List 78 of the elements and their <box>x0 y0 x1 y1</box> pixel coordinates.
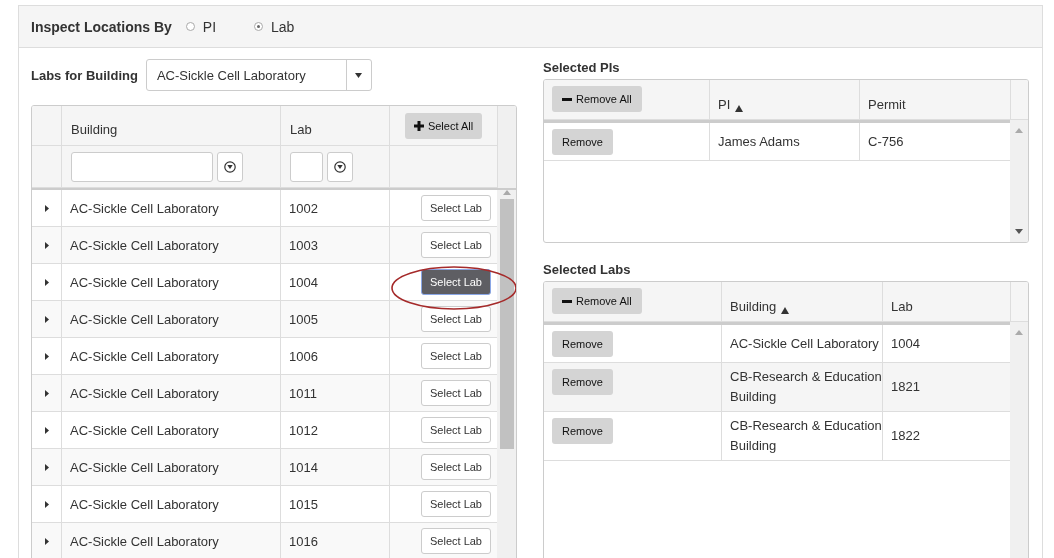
sort-ascending-icon <box>781 307 790 314</box>
expand-arrow-icon[interactable] <box>44 278 49 286</box>
remove-button[interactable]: Remove <box>552 418 613 444</box>
expand-arrow-icon[interactable] <box>44 500 49 508</box>
filter-button[interactable] <box>217 151 243 182</box>
expand-arrow-icon[interactable] <box>44 389 49 397</box>
minus-icon <box>562 97 572 101</box>
table-cell: 1005 <box>281 301 390 338</box>
expand-arrow-icon[interactable] <box>44 537 49 545</box>
table-cell: AC-Sickle Cell Laboratory <box>62 227 281 264</box>
table-cell: AC-Sickle Cell Laboratory <box>62 449 281 486</box>
select-lab-button[interactable]: Select Lab <box>421 269 491 295</box>
building-dropdown[interactable]: AC-Sickle Cell Laboratory <box>145 59 372 91</box>
section-title: Selected PIs <box>543 60 621 75</box>
expand-arrow-icon[interactable] <box>44 204 49 212</box>
select-lab-button[interactable]: Select Lab <box>421 528 491 554</box>
select-lab-button[interactable]: Select Lab <box>421 306 491 332</box>
column-header[interactable]: Building <box>62 106 281 146</box>
remove-all-button[interactable]: Remove All <box>552 86 642 112</box>
remove-button[interactable]: Remove <box>552 129 613 155</box>
header-cell <box>32 106 62 146</box>
filter-icon <box>224 160 236 173</box>
radio-button[interactable] <box>254 22 264 31</box>
radio-label: PI <box>202 18 217 35</box>
plus-icon <box>413 121 424 131</box>
table-cell: 1016 <box>281 523 390 558</box>
select-lab-button[interactable]: Select Lab <box>421 380 491 406</box>
remove-button[interactable]: Remove <box>552 331 613 357</box>
section-title: Selected Labs <box>543 262 632 277</box>
table-cell: 1014 <box>281 449 390 486</box>
select-lab-button[interactable]: Select Lab <box>421 417 491 443</box>
dropdown-caret-icon <box>355 72 363 78</box>
scroll-down-icon[interactable] <box>1015 229 1023 234</box>
header-cell <box>1011 80 1028 120</box>
column-header[interactable]: Lab <box>883 282 1011 322</box>
column-header[interactable]: PI <box>710 80 860 120</box>
table-cell: AC-Sickle Cell Laboratory <box>62 375 281 412</box>
select-lab-button[interactable]: Select Lab <box>421 195 491 221</box>
select-lab-button[interactable]: Select Lab <box>421 232 491 258</box>
header-cell <box>1011 282 1028 322</box>
radio-button[interactable] <box>185 22 195 31</box>
scrollbar[interactable] <box>1010 120 1028 242</box>
lab-filter-field[interactable] <box>290 151 323 182</box>
minus-icon <box>562 299 572 303</box>
expand-arrow-icon[interactable] <box>44 352 49 360</box>
remove-button[interactable]: Remove <box>552 369 613 395</box>
expand-arrow-icon[interactable] <box>44 315 49 323</box>
expand-arrow-icon[interactable] <box>44 241 49 249</box>
table-cell: AC-Sickle Cell Laboratory <box>62 301 281 338</box>
scrollbar[interactable] <box>1010 322 1028 558</box>
table-cell: 1821 <box>883 363 1011 412</box>
filter-button[interactable] <box>327 151 353 182</box>
expand-arrow-icon[interactable] <box>44 463 49 471</box>
radio-option[interactable]: PI <box>185 18 217 35</box>
column-header[interactable]: Building <box>722 282 883 322</box>
remove-all-button[interactable]: Remove All <box>552 288 642 314</box>
inspect-by-label: Inspect Locations By <box>31 18 172 35</box>
column-header[interactable]: Lab <box>281 106 390 146</box>
filter-icon <box>334 160 346 173</box>
building-filter-field[interactable] <box>71 151 213 182</box>
column-header[interactable]: Permit <box>860 80 1011 120</box>
building-label: Labs for Building <box>31 67 138 83</box>
table-cell: James Adams <box>710 123 860 161</box>
select-lab-button[interactable]: Select Lab <box>421 491 491 517</box>
select-lab-button[interactable]: Select Lab <box>421 343 491 369</box>
table-cell: AC-Sickle Cell Laboratory <box>62 523 281 558</box>
table-cell: CB-Research & Education Building <box>722 363 883 412</box>
sort-ascending-icon <box>735 105 744 112</box>
table-cell: CB-Research & Education Building <box>722 412 883 461</box>
filter-cell <box>498 146 516 188</box>
select-all-button[interactable]: Select All <box>404 113 483 139</box>
radio-option[interactable]: Lab <box>254 18 295 35</box>
table-cell: 1003 <box>281 227 390 264</box>
scrollbar[interactable] <box>497 190 516 558</box>
radio-label: Lab <box>271 18 295 35</box>
select-lab-button[interactable]: Select Lab <box>421 454 491 480</box>
table-cell: 1011 <box>281 375 390 412</box>
expand-arrow-icon[interactable] <box>44 426 49 434</box>
